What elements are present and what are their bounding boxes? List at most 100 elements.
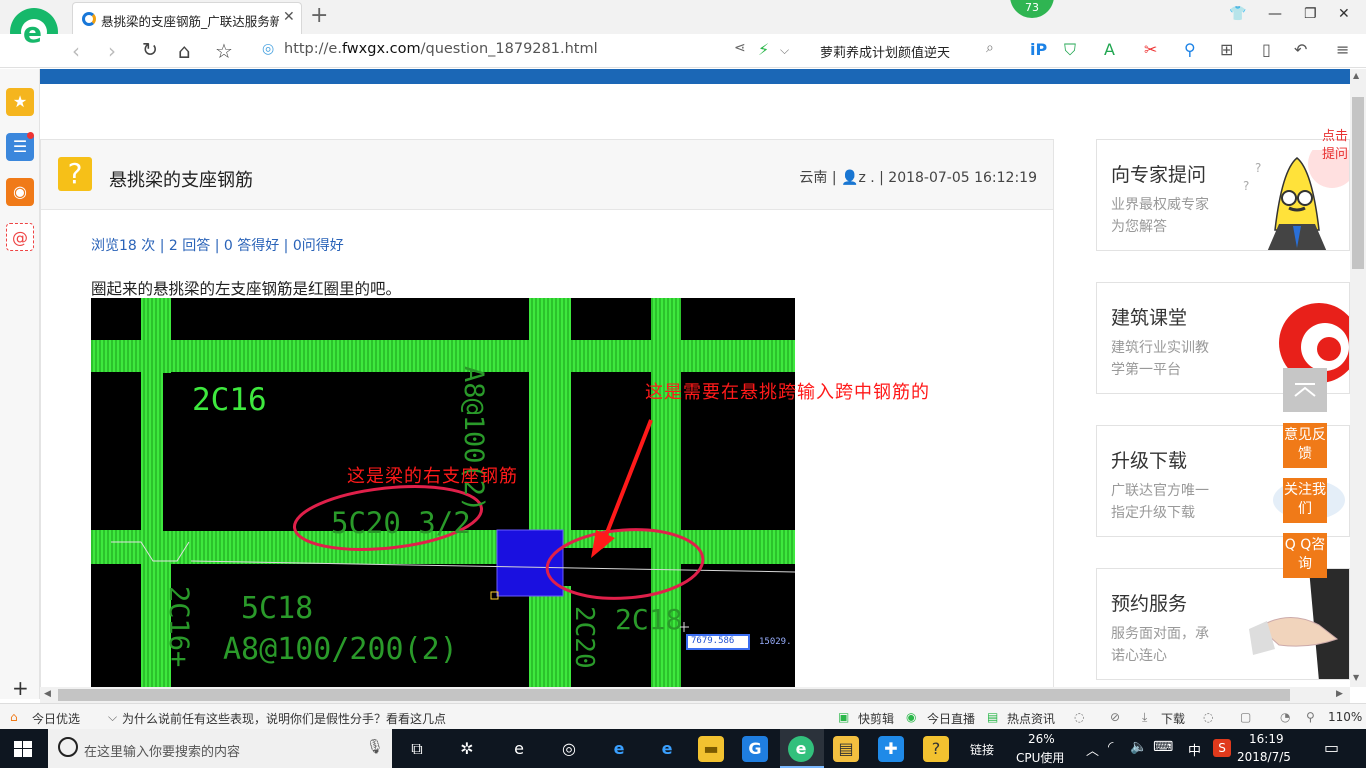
favorites-star-icon[interactable]: ★ [6,88,34,116]
window-close-button[interactable]: ✕ [1338,6,1350,22]
card-appointment[interactable]: 预约服务 服务面对面，承 诺心连心 [1096,568,1350,680]
task-view-icon[interactable]: ⧉ [404,736,430,762]
eye-icon[interactable]: ◔ [1280,710,1290,724]
spiral-app-icon[interactable]: ◎ [556,736,582,762]
reader-icon[interactable]: ▯ [1262,40,1271,59]
tab-title: 悬挑梁的支座钢筋_广联达服务新 [101,14,279,29]
internet-explorer-icon[interactable]: e [654,736,680,762]
coord-y-value: 15029. [759,637,792,647]
menu-icon[interactable]: ≡ [1336,40,1349,59]
card-subtitle: 业界最权威专家 [1111,197,1209,213]
volume-icon[interactable]: 🔈 [1130,739,1147,755]
label-2c18: 2C18 [615,603,683,636]
sound-icon[interactable]: ◌ [1203,710,1213,724]
follow-us-button[interactable]: 关注我们 [1283,478,1327,523]
lightning-icon[interactable]: ⚡ [758,40,769,59]
horizontal-scrollbar[interactable]: ◀ ▶ [40,687,1350,703]
clock-time[interactable]: 16:19 [1249,732,1284,746]
no-image-icon[interactable]: ⊘ [1110,710,1120,724]
forward-arrow-icon[interactable]: › [108,39,116,63]
site-header-strip [40,69,1350,84]
back-to-top-button[interactable] [1283,368,1327,412]
action-center-icon[interactable]: ▭ [1324,738,1339,757]
file-explorer-icon[interactable]: ▬ [698,736,724,762]
horizontal-scroll-thumb[interactable] [58,689,1290,701]
add-sidebar-icon[interactable]: + [12,676,29,700]
question-stats[interactable]: 浏览18 次 | 2 回答 | 0 答得好 | 0问得好 [91,235,344,255]
email-at-icon[interactable]: @ [6,223,34,251]
live-link[interactable]: 今日直播 [927,710,975,727]
shirt-icon[interactable]: 👕 [1229,6,1246,22]
download-link[interactable]: 下载 [1161,710,1185,727]
card-title: 建筑课堂 [1111,307,1188,329]
search-icon[interactable]: ⌕ [986,40,994,56]
chevron-down-icon[interactable]: ⌵ [108,710,117,725]
cortana-icon [58,737,78,757]
ip-extension-icon[interactable]: iP [1030,40,1047,59]
notification-badge[interactable]: 73 [1010,0,1054,18]
apps-icon[interactable]: ⊞ [1220,40,1233,59]
ie-browser-icon[interactable]: e [506,736,532,762]
clock-date[interactable]: 2018/7/5 [1237,750,1291,764]
tab-close-icon[interactable]: ✕ [283,9,295,25]
card-ask-expert[interactable]: 向专家提问 业界最权威专家 为您解答 ? ? [1096,139,1350,251]
promo-tag[interactable]: 点击提问 [1322,128,1352,164]
magnifier-icon[interactable]: ⚲ [1184,40,1196,59]
translate-icon[interactable]: A [1104,40,1115,59]
notes-icon[interactable]: ▤ [833,736,859,762]
card-title: 预约服务 [1111,593,1188,615]
column-center [529,298,571,687]
label-2c20: 2C20 [569,606,599,669]
shield-icon[interactable]: ⛉ [1064,40,1076,60]
headline-link[interactable]: 为什么说前任有这些表现，说明你们是假性分手？看看这几点 [122,710,446,727]
label-2c16: 2C16 [192,382,267,418]
undo-icon[interactable]: ↶ [1294,40,1307,59]
ime-indicator[interactable]: 中 [1188,740,1201,759]
address-bar: ‹ › ↻ ⌂ ☆ ◎ http://e.fwxgx.com/question_… [0,34,1366,81]
maximize-button[interactable]: ❐ [1304,6,1317,22]
windows-search-box[interactable]: 在这里输入你要搜索的内容 🎙 [48,729,392,768]
cpu-percent: 26% [1028,732,1055,746]
wifi-icon[interactable]: ◜ [1108,739,1113,755]
remote-icon[interactable]: ✚ [878,736,904,762]
vertical-scroll-thumb[interactable] [1352,97,1364,269]
vertical-scrollbar[interactable]: ▲ ▼ [1350,69,1366,687]
annotation-midspan: 这是需要在悬挑跨输入跨中钢筋的 [645,382,930,403]
chevron-down-icon[interactable]: ⌵ [780,43,789,58]
windows-start-icon[interactable] [14,741,32,757]
zoom-level[interactable]: 110% [1328,710,1362,724]
label-5c20: 5C20 3/2 [331,506,471,540]
home-icon[interactable]: ⌂ [178,39,191,63]
back-arrow-icon[interactable]: ‹ [72,39,80,63]
window-icon[interactable]: ▢ [1240,710,1251,724]
scissors-icon[interactable]: ✂ [1144,40,1157,59]
glodon-app-icon[interactable]: G [742,736,768,762]
tray-chevron-icon[interactable]: ︿ [1086,740,1099,759]
question-header: ? 悬挑梁的支座钢筋 云南 | 👤z . | 2018-07-05 16:12:… [41,140,1053,210]
url-field[interactable]: http://e.fwxgx.com/question_1879281.html [284,41,598,57]
coord-x-value: 7679.586 [691,636,735,646]
new-tab-button[interactable]: + [310,3,328,28]
sogou-icon[interactable]: S [1213,739,1231,757]
browser-tab[interactable]: 悬挑梁的支座钢筋_广联达服务新 ✕ [72,2,302,34]
quick-edit-link[interactable]: 快剪辑 [858,710,894,727]
bookmark-star-icon[interactable]: ☆ [215,39,233,63]
weibo-icon[interactable]: ◉ [6,178,34,206]
edge-icon[interactable]: e [606,736,632,762]
today-picks-link[interactable]: 今日优选 [32,710,80,727]
refresh-icon[interactable]: ↻ [142,39,158,61]
keyboard-icon[interactable]: ⌨ [1153,739,1173,755]
speed-icon[interactable]: ◌ [1074,710,1084,724]
microphone-icon[interactable]: 🎙 [366,739,384,755]
minimize-button[interactable]: — [1268,6,1282,22]
pinwheel-icon[interactable]: ✲ [454,736,480,762]
zoom-icon[interactable]: ⚲ [1306,710,1315,724]
news-link[interactable]: 热点资讯 [1007,710,1055,727]
link-toolbar[interactable]: 链接 [970,741,994,758]
search-suggestion[interactable]: 萝莉养成计划颜值逆天 [820,42,950,61]
card-subtitle: 学第一平台 [1111,362,1181,378]
qq-consult-button[interactable]: Q Q咨询 [1283,533,1327,578]
help-app-icon[interactable]: ? [923,736,949,762]
share-icon[interactable]: ⋖ [734,40,746,56]
feedback-button[interactable]: 意见反馈 [1283,423,1327,468]
